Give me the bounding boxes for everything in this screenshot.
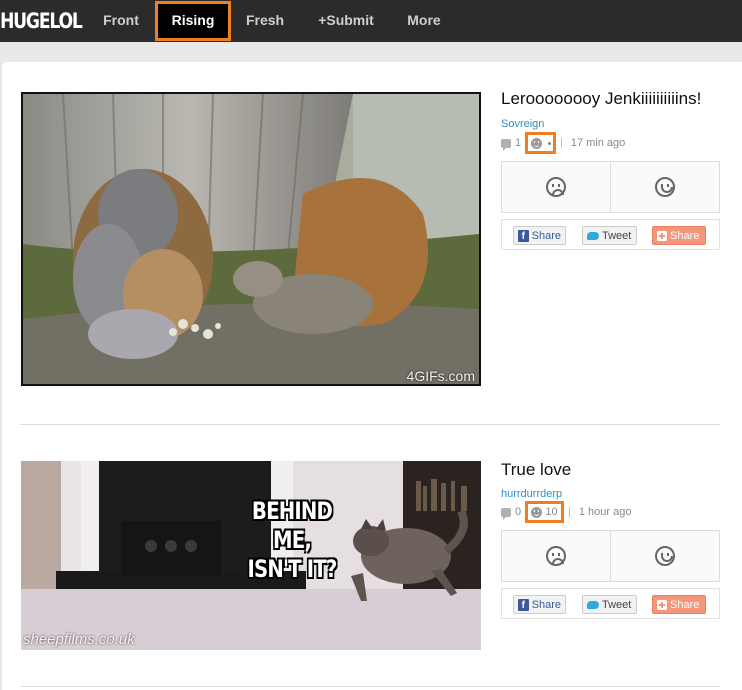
- other-share-label: Share: [670, 598, 700, 611]
- smiley-icon: [530, 137, 542, 149]
- upvote-button[interactable]: [610, 162, 719, 212]
- other-share-button[interactable]: Share: [652, 595, 706, 614]
- post-title[interactable]: True love: [501, 460, 571, 480]
- post-author[interactable]: hurrdurrderp: [501, 488, 562, 500]
- nav-more[interactable]: More: [396, 0, 452, 42]
- post-divider: [20, 686, 720, 687]
- meme-caption-line2: ISN'T IT?: [247, 555, 337, 583]
- meta-separator: |: [568, 506, 571, 518]
- score-value: 10: [545, 506, 558, 518]
- comment-icon: [501, 138, 511, 151]
- tweet-label: Tweet: [602, 229, 632, 242]
- score-highlight: 10: [525, 501, 564, 523]
- vote-box: [501, 530, 720, 582]
- nav-front[interactable]: Front: [92, 0, 150, 42]
- sad-face-icon: [546, 177, 566, 197]
- twitter-tweet-button[interactable]: Tweet: [582, 595, 637, 614]
- post-meta: 1: [501, 135, 521, 151]
- facebook-share-label: Share: [531, 229, 561, 242]
- score-dot: [547, 141, 551, 145]
- downvote-button[interactable]: [502, 531, 610, 581]
- facebook-share-button[interactable]: f Share: [513, 595, 566, 614]
- nav-fresh[interactable]: Fresh: [236, 0, 294, 42]
- share-row: f Share Tweet Share: [501, 219, 720, 250]
- image-watermark: sheepfilms.co.uk: [23, 631, 135, 648]
- nav-submit[interactable]: +Submit: [306, 0, 386, 42]
- post-time-meta: | 1 hour ago: [568, 504, 631, 520]
- smiley-icon: [531, 506, 543, 518]
- post-time-meta: | 17 min ago: [560, 135, 625, 151]
- nav-rising[interactable]: Rising: [155, 0, 231, 42]
- other-share-button[interactable]: Share: [652, 226, 706, 245]
- facebook-share-button[interactable]: f Share: [513, 226, 566, 245]
- comment-count[interactable]: 0: [515, 506, 521, 518]
- image-watermark: 4GIFs.com: [406, 368, 475, 384]
- post-meta: 0: [501, 504, 521, 520]
- post-title[interactable]: Leroooooooy Jenkiiiiiiiiiins!: [501, 89, 701, 109]
- downvote-button[interactable]: [502, 162, 610, 212]
- tweet-label: Tweet: [602, 598, 632, 611]
- twitter-tweet-button[interactable]: Tweet: [582, 226, 637, 245]
- site-logo[interactable]: HUGELOL: [0, 9, 83, 33]
- facebook-share-label: Share: [531, 598, 561, 611]
- plus-icon: [657, 599, 667, 610]
- sad-face-icon: [546, 546, 566, 566]
- post-author[interactable]: Sovreign: [501, 118, 544, 130]
- squirrel-gif-image: [23, 94, 479, 384]
- share-row: f Share Tweet Share: [501, 588, 720, 619]
- plus-icon: [657, 230, 667, 241]
- happy-face-icon: [655, 546, 675, 566]
- upvote-button[interactable]: [610, 531, 719, 581]
- post-time: 17 min ago: [570, 137, 626, 149]
- meme-caption-line1: BEHIND ME,: [251, 497, 333, 554]
- happy-face-icon: [655, 177, 675, 197]
- post-media-squirrel[interactable]: 4GIFs.com: [21, 92, 481, 386]
- meta-separator: |: [560, 137, 563, 149]
- post-time: 1 hour ago: [578, 506, 632, 518]
- comment-icon: [501, 507, 511, 520]
- facebook-icon: f: [518, 598, 529, 611]
- meme-caption: BEHIND ME, ISN'T IT?: [231, 497, 354, 584]
- top-nav: HUGELOL Front Rising Fresh +Submit More: [0, 0, 742, 42]
- facebook-icon: f: [518, 229, 529, 242]
- twitter-icon: [587, 231, 599, 241]
- post-divider: [20, 424, 720, 425]
- other-share-label: Share: [670, 229, 700, 242]
- vote-box: [501, 161, 720, 213]
- post-media-cat[interactable]: BEHIND ME, ISN'T IT? sheepfilms.co.uk: [21, 461, 481, 650]
- comment-count[interactable]: 1: [515, 137, 521, 149]
- score-highlight: [525, 132, 556, 154]
- twitter-icon: [587, 600, 599, 610]
